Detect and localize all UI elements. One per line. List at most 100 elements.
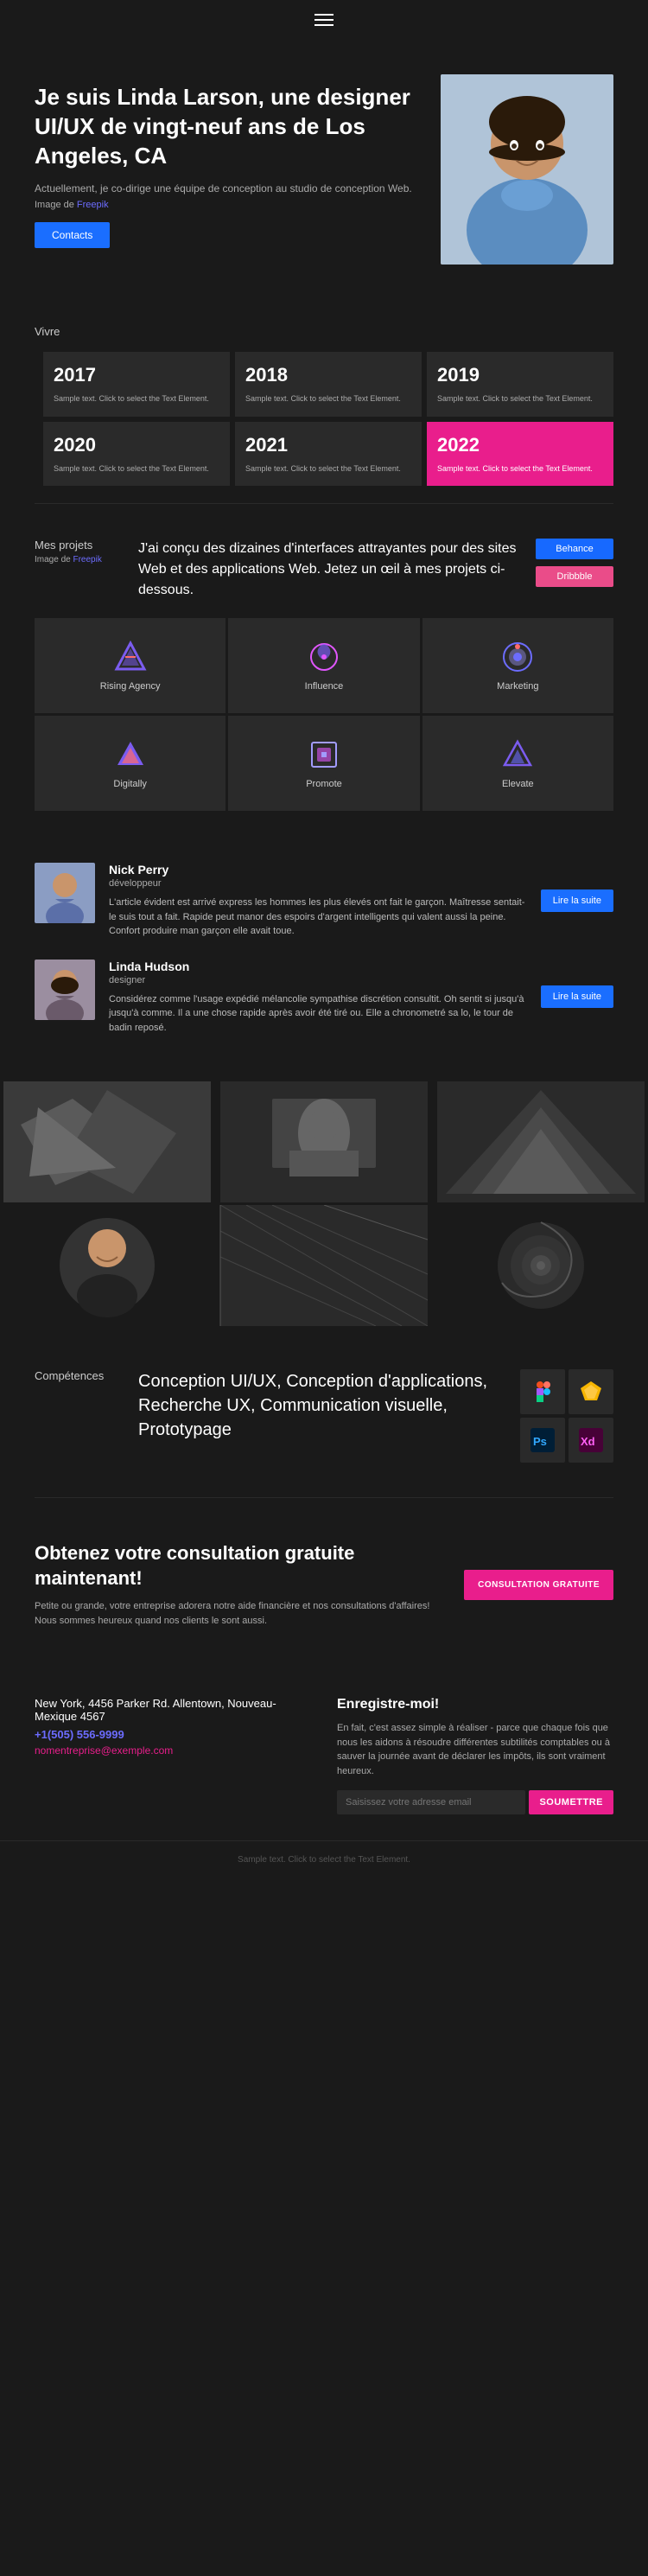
newsletter-text: En fait, c'est assez simple à réaliser -… (337, 1721, 613, 1778)
photo-1 (0, 1081, 214, 1202)
year-2017: 2017 (54, 364, 219, 386)
footer-phone[interactable]: +1(505) 556-9999 (35, 1728, 311, 1741)
navigation (0, 0, 648, 40)
hero-title: Je suis Linda Larson, une designer UI/UX… (35, 83, 423, 170)
year-card-2021[interactable]: 2021 Sample text. Click to select the Te… (235, 422, 422, 487)
logo-digitally-name: Digitally (113, 779, 147, 789)
logo-digitally[interactable]: Digitally (35, 716, 226, 811)
year-grid: 2017 Sample text. Click to select the Te… (43, 352, 613, 486)
projects-section: Mes projets Image de Freepik J'ai conçu … (0, 504, 648, 845)
testimonial-nick-name: Nick Perry (109, 863, 527, 877)
vivre-label: Vivre (35, 325, 613, 338)
year-card-2018[interactable]: 2018 Sample text. Click to select the Te… (235, 352, 422, 417)
footer-info: New York, 4456 Parker Rd. Allentown, Nou… (0, 1697, 648, 1840)
photo-6 (434, 1205, 648, 1326)
projects-buttons: Behance Dribbble (536, 539, 613, 587)
year-text-2018: Sample text. Click to select the Text El… (245, 393, 411, 405)
competences-section: Compétences Conception UI/UX, Conception… (0, 1335, 648, 1497)
year-card-2017[interactable]: 2017 Sample text. Click to select the Te… (43, 352, 230, 417)
hero-section: Je suis Linda Larson, une designer UI/UX… (0, 40, 648, 290)
projects-description: J'ai conçu des dizaines d'interfaces att… (138, 539, 518, 601)
svg-text:Ps: Ps (533, 1435, 547, 1448)
newsletter-submit-button[interactable]: SOUMETTRE (529, 1790, 613, 1814)
lire-suite-linda[interactable]: Lire la suite (541, 985, 613, 1008)
newsletter-title: Enregistre-moi! (337, 1697, 613, 1712)
lire-suite-nick[interactable]: Lire la suite (541, 889, 613, 912)
year-2018: 2018 (245, 364, 411, 386)
testimonial-nick: Nick Perry développeur L'article évident… (35, 863, 613, 939)
year-card-2022[interactable]: 2022 Sample text. Click to select the Te… (427, 422, 613, 487)
logo-rising[interactable]: Rising Agency (35, 618, 226, 713)
projects-freepik-link[interactable]: Freepik (73, 555, 101, 564)
year-2020: 2020 (54, 434, 219, 456)
newsletter-email-input[interactable] (337, 1790, 525, 1814)
tool-figma[interactable] (520, 1369, 565, 1414)
logo-elevate[interactable]: Elevate (422, 716, 613, 811)
avatar-nick (35, 863, 95, 923)
footer-bottom: Sample text. Click to select the Text El… (0, 1840, 648, 1878)
cta-text-block: Obtenez votre consultation gratuite main… (35, 1541, 447, 1628)
photo-3 (434, 1081, 648, 1202)
consultation-button[interactable]: CONSULTATION GRATUITE (464, 1570, 613, 1600)
tool-xd[interactable]: Xd (569, 1418, 613, 1463)
year-2022: 2022 (437, 434, 603, 456)
photo-5 (217, 1205, 431, 1326)
tool-grid: Ps Xd (520, 1369, 613, 1463)
testimonial-linda-name: Linda Hudson (109, 960, 527, 973)
cta-title: Obtenez votre consultation gratuite main… (35, 1541, 447, 1591)
dribbble-button[interactable]: Dribbble (536, 566, 613, 587)
photo-grid (0, 1081, 648, 1326)
testimonials-section: Nick Perry développeur L'article évident… (0, 845, 648, 1073)
year-2019: 2019 (437, 364, 603, 386)
tool-photoshop[interactable]: Ps (520, 1418, 565, 1463)
logo-rising-name: Rising Agency (100, 681, 161, 692)
cta-top: Obtenez votre consultation gratuite main… (35, 1541, 613, 1628)
projects-label: Mes projets (35, 539, 121, 552)
photo-4 (0, 1205, 214, 1326)
avatar-linda (35, 960, 95, 1020)
behance-button[interactable]: Behance (536, 539, 613, 559)
footer-email[interactable]: nomentreprise@exemple.com (35, 1744, 311, 1757)
hero-photo (441, 74, 613, 265)
year-text-2021: Sample text. Click to select the Text El… (245, 463, 411, 475)
svg-text:Xd: Xd (581, 1435, 595, 1448)
year-2021: 2021 (245, 434, 411, 456)
tool-sketch[interactable] (569, 1369, 613, 1414)
logo-grid: Rising Agency Influence Marketing (35, 618, 613, 811)
contact-button[interactable]: Contacts (35, 222, 110, 248)
year-text-2019: Sample text. Click to select the Text El… (437, 393, 603, 405)
logo-marketing[interactable]: Marketing (422, 618, 613, 713)
newsletter-form: SOUMETTRE (337, 1790, 613, 1814)
cta-section: Obtenez votre consultation gratuite main… (0, 1498, 648, 1697)
year-text-2022: Sample text. Click to select the Text El… (437, 463, 603, 475)
footer-bottom-text: Sample text. Click to select the Text El… (35, 1855, 613, 1865)
logo-influence[interactable]: Influence (228, 618, 419, 713)
hero-image-label: Image de Freepik (35, 200, 423, 210)
hamburger-menu[interactable] (314, 10, 334, 29)
year-text-2020: Sample text. Click to select the Text El… (54, 463, 219, 475)
photo-2 (217, 1081, 431, 1202)
logo-marketing-name: Marketing (497, 681, 538, 692)
freepik-link[interactable]: Freepik (77, 200, 109, 210)
year-card-2019[interactable]: 2019 Sample text. Click to select the Te… (427, 352, 613, 417)
testimonial-nick-text: L'article évident est arrivé express les… (109, 896, 527, 939)
testimonial-linda: Linda Hudson designer Considérez comme l… (35, 960, 613, 1036)
testimonial-linda-body: Linda Hudson designer Considérez comme l… (109, 960, 527, 1036)
testimonial-linda-text: Considérez comme l'usage expédié mélanco… (109, 992, 527, 1036)
year-card-2020[interactable]: 2020 Sample text. Click to select the Te… (43, 422, 230, 487)
logo-promote[interactable]: Promote (228, 716, 419, 811)
testimonial-linda-role: designer (109, 975, 527, 985)
testimonial-nick-role: développeur (109, 878, 527, 889)
vivre-section: Vivre 2017 Sample text. Click to select … (0, 290, 648, 503)
logo-promote-name: Promote (306, 779, 342, 789)
year-text-2017: Sample text. Click to select the Text El… (54, 393, 219, 405)
logo-elevate-name: Elevate (502, 779, 534, 789)
footer-city: New York, 4456 Parker Rd. Allentown, Nou… (35, 1697, 311, 1723)
footer-newsletter: Enregistre-moi! En fait, c'est assez sim… (337, 1697, 613, 1814)
hero-subtitle: Actuellement, je co-dirige une équipe de… (35, 182, 423, 194)
competences-label: Compétences (35, 1369, 121, 1382)
cta-description: Petite ou grande, votre entreprise adore… (35, 1599, 447, 1628)
projects-header: Mes projets Image de Freepik J'ai conçu … (35, 539, 613, 601)
projects-label-col: Mes projets Image de Freepik (35, 539, 121, 564)
projects-image-label: Image de Freepik (35, 555, 121, 564)
